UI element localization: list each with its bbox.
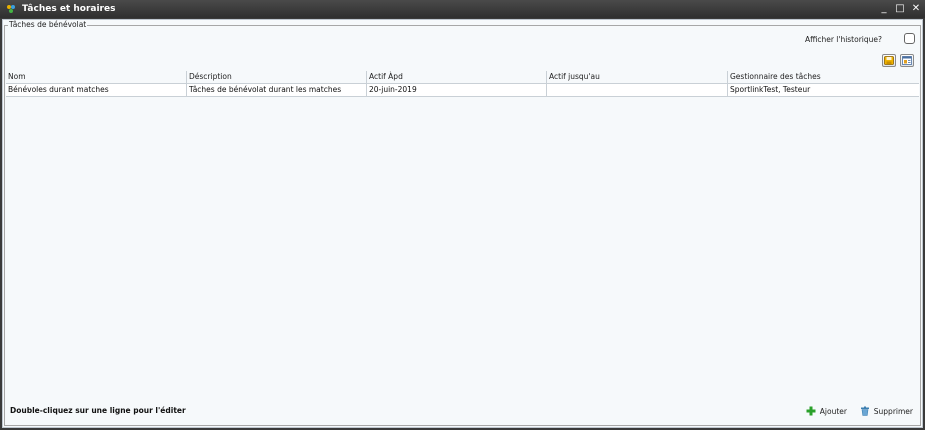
- save-button[interactable]: [882, 54, 896, 67]
- export-button[interactable]: [900, 54, 914, 67]
- table-cell: 20-juin-2019: [366, 84, 546, 96]
- close-button[interactable]: ✕: [909, 2, 923, 16]
- column-header-nom[interactable]: Nom: [6, 71, 186, 83]
- window-title: Tâches et horaires: [22, 4, 116, 14]
- trash-icon: [860, 406, 869, 416]
- title-bar[interactable]: Tâches et horaires _ □ ✕: [0, 0, 925, 18]
- add-button-label: Ajouter: [819, 406, 847, 416]
- table-header: Nom Déscription Actif Àpd Actif jusqu'au…: [6, 71, 919, 84]
- main-content: Tâches de bénévolat Afficher l'historiqu…: [2, 19, 923, 428]
- column-header-actif-jusquau[interactable]: Actif jusqu'au: [546, 71, 727, 83]
- app-icon: [7, 5, 15, 13]
- table-row[interactable]: Bénévoles durant matches Tâches de bénév…: [6, 84, 919, 97]
- minimize-button[interactable]: _: [877, 2, 891, 16]
- tasks-table: Nom Déscription Actif Àpd Actif jusqu'au…: [6, 71, 919, 97]
- edit-hint: Double-cliquez sur une ligne pour l'édit…: [10, 406, 186, 415]
- table-cell: [546, 84, 727, 96]
- export-icon: [902, 56, 912, 65]
- table-cell: Bénévoles durant matches: [8, 85, 109, 94]
- add-button[interactable]: Ajouter: [806, 405, 847, 417]
- delete-button-label: Supprimer: [873, 406, 913, 416]
- table-cell: Tâches de bénévolat durant les matches: [186, 84, 366, 96]
- tasks-group: Tâches de bénévolat Afficher l'historiqu…: [4, 20, 921, 426]
- column-header-description[interactable]: Déscription: [186, 71, 366, 83]
- save-icon: [884, 56, 894, 65]
- column-header-actif-apd[interactable]: Actif Àpd: [366, 71, 546, 83]
- history-checkbox[interactable]: [904, 33, 915, 44]
- delete-button[interactable]: Supprimer: [860, 405, 913, 417]
- table-cell: SportlinkTest, Testeur: [727, 84, 919, 96]
- plus-icon: [806, 406, 816, 416]
- history-label: Afficher l'historique?: [804, 35, 882, 44]
- group-legend: Tâches de bénévolat: [8, 20, 88, 30]
- column-header-gestionnaire[interactable]: Gestionnaire des tâches: [727, 71, 919, 83]
- maximize-button[interactable]: □: [893, 2, 907, 16]
- app-window: Tâches et horaires _ □ ✕ Tâches de bénév…: [0, 0, 925, 430]
